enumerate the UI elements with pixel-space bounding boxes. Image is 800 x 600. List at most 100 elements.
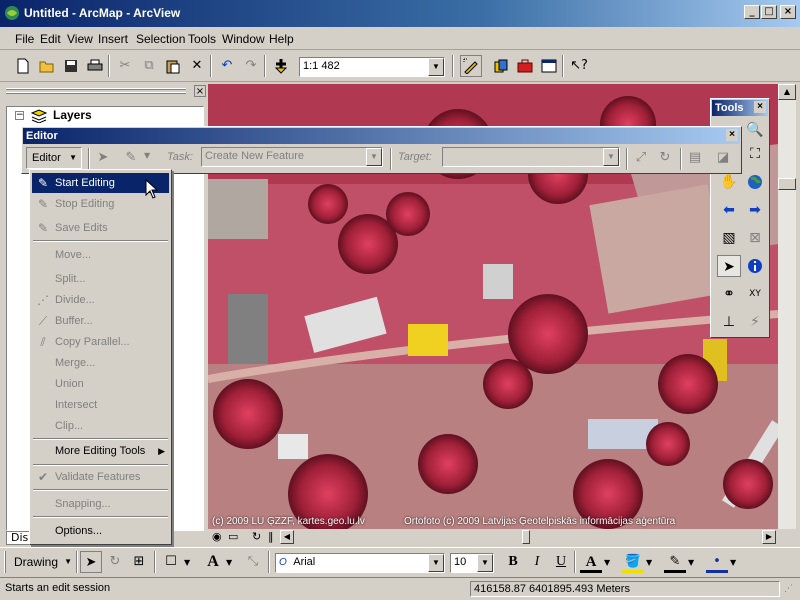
add-data-icon[interactable] bbox=[270, 55, 292, 77]
copy-icon[interactable]: ⧉ bbox=[138, 55, 160, 77]
redo-icon[interactable]: ↷ bbox=[240, 55, 262, 77]
editor-toolbar-icon[interactable] bbox=[460, 55, 482, 77]
chevron-down-icon[interactable]: ▼ bbox=[604, 558, 610, 567]
menu-item-save-edits[interactable]: ✎ Save Edits bbox=[32, 218, 169, 238]
cut-icon[interactable]: ✂ bbox=[114, 55, 136, 77]
font-color-icon[interactable]: A bbox=[580, 551, 602, 573]
editor-titlebar[interactable]: Editor × bbox=[23, 128, 740, 144]
line-color-icon[interactable]: ✎ bbox=[664, 551, 686, 573]
close-button[interactable]: × bbox=[780, 5, 796, 19]
refresh-view-icon[interactable]: ↻ bbox=[252, 530, 261, 543]
pause-drawing-icon[interactable]: ‖ bbox=[268, 530, 274, 543]
menu-item-snapping[interactable]: Snapping... bbox=[32, 494, 169, 514]
toc-grip[interactable] bbox=[6, 88, 186, 90]
menu-item-clip[interactable]: Clip... bbox=[32, 416, 169, 436]
new-text-icon[interactable]: A bbox=[202, 551, 224, 573]
edit-vertices-icon[interactable]: ⤡ bbox=[242, 551, 264, 573]
chevron-down-icon[interactable]: ▼ bbox=[477, 554, 493, 572]
arctoolbox-icon[interactable] bbox=[514, 55, 536, 77]
menu-insert[interactable]: Insert bbox=[98, 32, 128, 46]
chevron-down-icon[interactable]: ▼ bbox=[730, 558, 736, 567]
bold-button[interactable]: B bbox=[502, 551, 524, 573]
underline-button[interactable]: U bbox=[550, 551, 572, 573]
find-binoculars-icon[interactable]: ⚭ bbox=[717, 283, 741, 305]
layout-view-icon[interactable]: ▭ bbox=[228, 530, 238, 543]
zoom-whole-page-icon[interactable]: ⊞ bbox=[128, 551, 150, 573]
menu-item-intersect[interactable]: Intersect bbox=[32, 395, 169, 415]
attributes-icon[interactable]: ▤ bbox=[684, 147, 706, 169]
hscroll-thumb[interactable] bbox=[522, 530, 530, 544]
map-vertical-scrollbar[interactable]: ▲ bbox=[778, 84, 796, 529]
rotate-icon[interactable]: ↻ bbox=[104, 551, 126, 573]
task-combobox[interactable]: Create New Feature ▼ bbox=[201, 147, 383, 167]
menu-help[interactable]: Help bbox=[269, 32, 294, 46]
chevron-down-icon[interactable]: ▼ bbox=[688, 558, 694, 567]
map-scale-combobox[interactable]: 1:1 482 ▼ bbox=[299, 57, 445, 77]
print-icon[interactable] bbox=[84, 55, 106, 77]
target-combobox[interactable]: ▼ bbox=[442, 147, 620, 167]
tools-titlebar[interactable]: Tools × bbox=[712, 100, 768, 116]
sketch-tool-icon[interactable]: ✎ bbox=[120, 147, 142, 169]
font-size-combobox[interactable]: 10 ▼ bbox=[450, 553, 494, 573]
menu-item-options[interactable]: Options... bbox=[32, 521, 169, 541]
whats-this-help-icon[interactable]: ↖? bbox=[568, 55, 590, 77]
menu-item-split[interactable]: Split... bbox=[32, 269, 169, 289]
chevron-down-icon[interactable]: ▼ bbox=[366, 148, 382, 166]
drawing-menu-button[interactable]: Drawing ▼ bbox=[10, 552, 74, 572]
undo-icon[interactable]: ↶ bbox=[216, 55, 238, 77]
data-view-icon[interactable]: ◉ bbox=[212, 530, 222, 543]
toolbar-grip[interactable] bbox=[4, 551, 6, 573]
menu-window[interactable]: Window bbox=[222, 32, 265, 46]
toc-close-icon[interactable]: × bbox=[194, 85, 206, 97]
editor-menu-button[interactable]: Editor ▼ bbox=[26, 147, 82, 169]
marker-color-icon[interactable]: • bbox=[706, 551, 728, 573]
back-extent-icon[interactable]: ⬅ bbox=[717, 199, 741, 221]
edit-tool-icon[interactable]: ➤ bbox=[92, 147, 114, 169]
fill-color-icon[interactable]: 🪣 bbox=[622, 551, 644, 573]
globe-icon[interactable] bbox=[743, 171, 767, 193]
menu-item-buffer[interactable]: ⟋ Buffer... bbox=[32, 311, 169, 331]
chevron-down-icon[interactable]: ▼ bbox=[428, 554, 444, 572]
chevron-down-icon[interactable]: ▼ bbox=[226, 558, 232, 567]
chevron-down-icon[interactable]: ▼ bbox=[428, 58, 444, 76]
close-icon[interactable]: × bbox=[726, 129, 738, 141]
menu-item-move[interactable]: Move... bbox=[32, 245, 169, 265]
select-features-icon[interactable]: ▧ bbox=[717, 227, 741, 249]
select-elements-icon[interactable]: ➤ bbox=[80, 551, 102, 573]
delete-icon[interactable]: ✕ bbox=[186, 55, 208, 77]
rectangle-icon[interactable]: ☐ bbox=[160, 551, 182, 573]
scroll-left-icon[interactable]: ◀ bbox=[280, 530, 294, 544]
chevron-down-icon[interactable]: ▼ bbox=[603, 148, 619, 166]
pan-icon[interactable]: ✋ bbox=[717, 171, 741, 193]
paste-icon[interactable] bbox=[162, 55, 184, 77]
map-horizontal-scrollbar[interactable]: ◉ ▭ ↻ ‖ ◀ ▶ bbox=[208, 529, 778, 545]
rotate-tool-icon[interactable]: ↻ bbox=[654, 147, 676, 169]
menu-selection[interactable]: Selection bbox=[136, 32, 185, 46]
menu-edit[interactable]: Edit bbox=[40, 32, 61, 46]
menu-item-divide[interactable]: ⋰ Divide... bbox=[32, 290, 169, 310]
go-to-xy-icon[interactable]: XY bbox=[743, 283, 767, 305]
new-document-icon[interactable] bbox=[12, 55, 34, 77]
sketch-properties-icon[interactable]: ◪ bbox=[712, 147, 734, 169]
command-line-icon[interactable] bbox=[538, 55, 560, 77]
save-icon[interactable] bbox=[60, 55, 82, 77]
collapse-icon[interactable]: − bbox=[15, 111, 24, 120]
scroll-thumb[interactable] bbox=[778, 178, 796, 190]
forward-extent-icon[interactable]: ➡ bbox=[743, 199, 767, 221]
font-name-combobox[interactable]: O Arial ▼ bbox=[275, 553, 445, 573]
split-tool-icon[interactable]: ⤢ bbox=[630, 147, 652, 169]
hyperlink-icon[interactable]: ⚡ bbox=[743, 311, 767, 333]
menu-tools[interactable]: Tools bbox=[188, 32, 216, 46]
select-elements-icon[interactable]: ➤ bbox=[717, 255, 741, 277]
close-icon[interactable]: × bbox=[754, 101, 766, 113]
menu-item-union[interactable]: Union bbox=[32, 374, 169, 394]
resize-grip-icon[interactable]: ⋰ bbox=[784, 584, 798, 598]
chevron-down-icon[interactable]: ▼ bbox=[646, 558, 652, 567]
chevron-down-icon[interactable]: ▼ bbox=[184, 558, 190, 567]
menu-view[interactable]: View bbox=[67, 32, 93, 46]
open-folder-icon[interactable] bbox=[36, 55, 58, 77]
italic-button[interactable]: I bbox=[526, 551, 548, 573]
minimize-button[interactable]: _ bbox=[744, 5, 760, 19]
identify-icon[interactable] bbox=[743, 255, 767, 277]
menu-file[interactable]: File bbox=[15, 32, 34, 46]
